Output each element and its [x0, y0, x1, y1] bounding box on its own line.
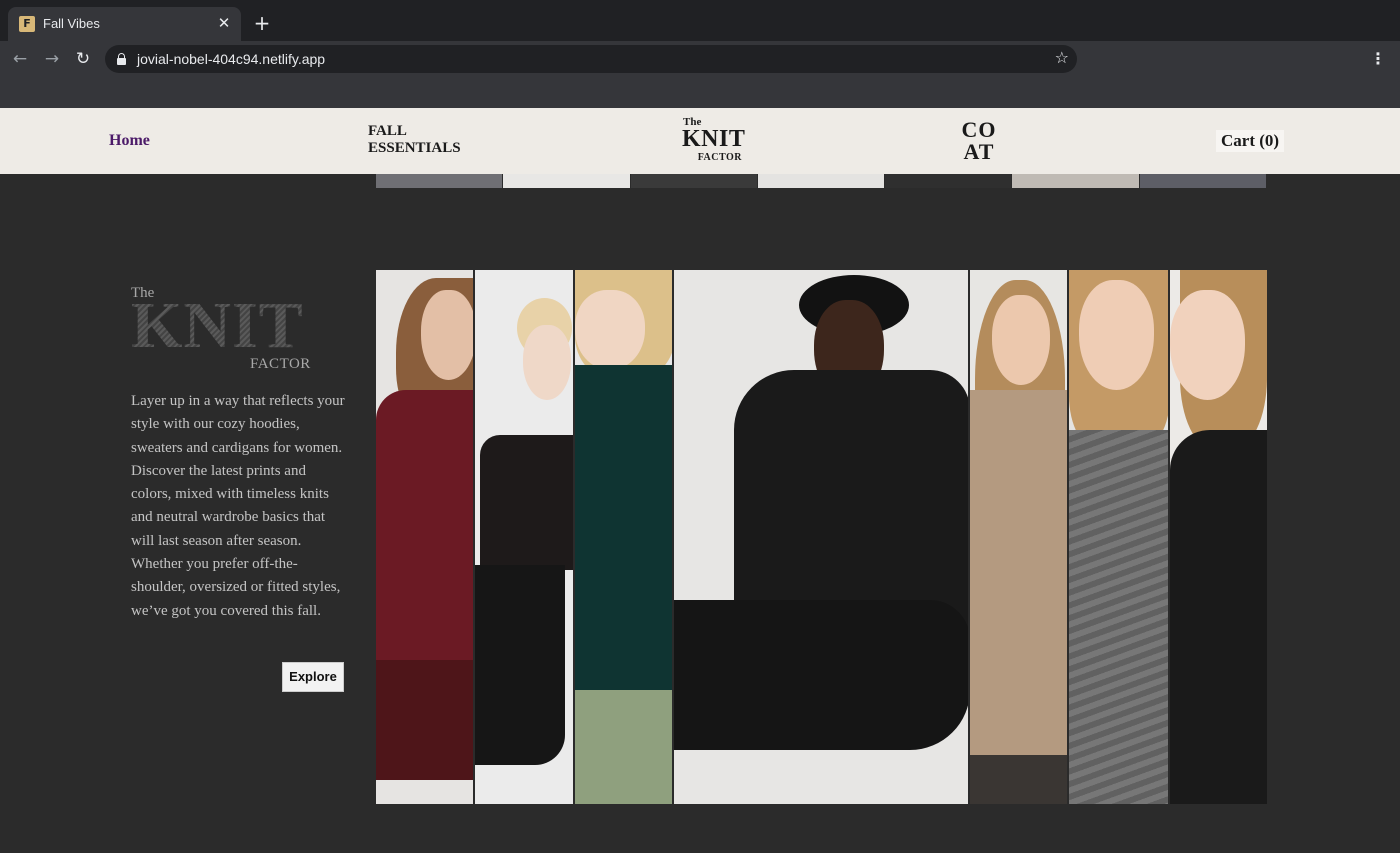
- browser-toolbar: ← → ↻ jovial-nobel-404c94.netlify.app ☆ …: [0, 41, 1400, 77]
- lock-icon: [117, 53, 126, 65]
- browser-tabstrip: F Fall Vibes ✕ +: [0, 0, 1400, 41]
- browser-tab[interactable]: F Fall Vibes ✕: [8, 7, 241, 41]
- reload-icon[interactable]: ↻: [71, 47, 95, 71]
- url-text: jovial-nobel-404c94.netlify.app: [137, 51, 326, 67]
- nav-fall-line1: FALL: [368, 123, 407, 139]
- gallery-photo-grey-cable-knit[interactable]: [1069, 270, 1171, 804]
- logo-factor: FACTOR: [697, 152, 742, 163]
- logo-knit: KNIT: [682, 126, 746, 152]
- address-bar[interactable]: jovial-nobel-404c94.netlify.app ☆: [105, 45, 1077, 73]
- kebab-menu-icon[interactable]: ⋮: [1366, 47, 1390, 71]
- nav-home-link[interactable]: Home: [109, 132, 150, 150]
- nav-coat-line2: AT: [963, 139, 995, 164]
- hero-logo-factor: FACTOR: [250, 356, 311, 372]
- webpage: Home FALL ESSENTIALS The KNIT FACTOR CO …: [0, 108, 1400, 853]
- gallery-photo-black-wrap-sweater[interactable]: [674, 270, 970, 804]
- previous-section-image-strip: [376, 173, 1267, 188]
- favicon-icon: F: [19, 16, 35, 32]
- arrow-right-icon[interactable]: →: [40, 47, 64, 71]
- nav-coat-link[interactable]: CO AT: [958, 119, 1000, 163]
- knit-factor-logo[interactable]: The KNIT FACTOR: [682, 116, 746, 166]
- explore-button[interactable]: Explore: [282, 662, 344, 692]
- knitwear-photo-gallery: [376, 270, 1268, 804]
- star-icon[interactable]: ☆: [1055, 48, 1069, 67]
- bookmarks-bar: [0, 77, 1400, 108]
- plus-icon[interactable]: +: [252, 13, 272, 33]
- knit-factor-intro: The KNIT FACTOR Layer up in a way that r…: [131, 285, 346, 623]
- gallery-photo-burgundy-sweater[interactable]: [376, 270, 475, 804]
- close-icon[interactable]: ✕: [215, 14, 233, 32]
- gallery-photo-black-chunky-knit[interactable]: [474, 270, 575, 804]
- hero-logo: The KNIT FACTOR: [131, 285, 311, 373]
- gallery-photo-beige-turtleneck[interactable]: [969, 270, 1070, 804]
- gallery-photo-green-turtleneck[interactable]: [574, 270, 675, 804]
- tab-title: Fall Vibes: [43, 16, 100, 31]
- nav-coat-line1: CO: [961, 117, 997, 142]
- nav-fall-essentials-link[interactable]: FALL ESSENTIALS: [368, 123, 488, 157]
- site-header: Home FALL ESSENTIALS The KNIT FACTOR CO …: [0, 108, 1400, 174]
- hero-description: Layer up in a way that reflects your sty…: [131, 393, 345, 619]
- arrow-left-icon[interactable]: ←: [8, 47, 32, 71]
- gallery-photo-black-fitted-sweater[interactable]: [1170, 270, 1268, 804]
- cart-button[interactable]: Cart (0): [1216, 130, 1285, 152]
- hero-logo-knit: KNIT: [131, 289, 304, 362]
- nav-fall-line2: ESSENTIALS: [368, 140, 461, 156]
